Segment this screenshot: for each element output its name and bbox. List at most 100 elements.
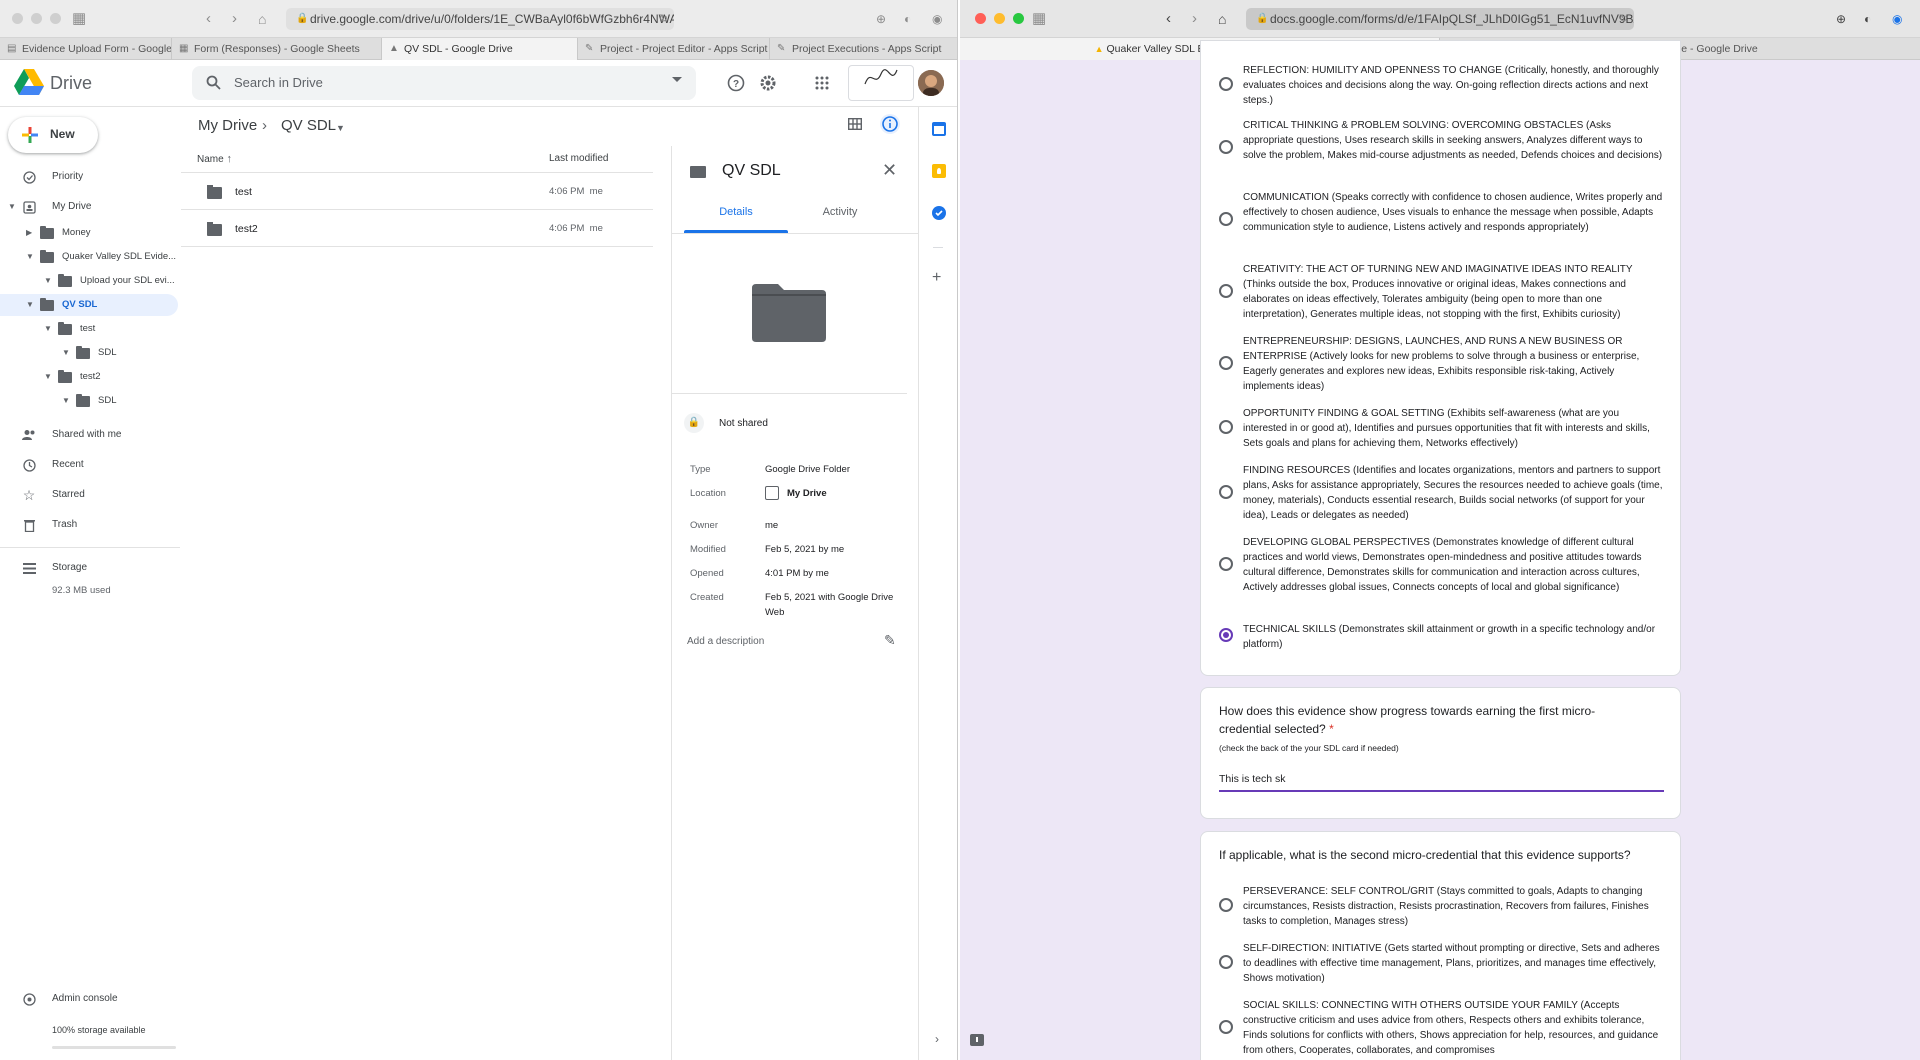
download-icon[interactable]: ⊕ xyxy=(876,9,886,29)
account-signature-logo[interactable] xyxy=(848,65,914,101)
sidebar-item-priority[interactable]: Priority xyxy=(0,166,180,188)
gear-icon[interactable] xyxy=(758,73,778,93)
reload-icon[interactable]: ↻ xyxy=(1619,8,1628,30)
folder-icon xyxy=(40,298,54,311)
tree-item-test2[interactable]: ▼ test2 xyxy=(0,366,180,388)
reload-icon[interactable]: ↻ xyxy=(659,8,668,30)
tab-qv-sdl-drive[interactable]: ▲ QV SDL - Google Drive xyxy=(382,38,578,60)
home-icon[interactable]: ⌂ xyxy=(1218,9,1226,29)
home-icon[interactable]: ⌂ xyxy=(258,9,266,29)
tree-item-quaker-valley[interactable]: ▼ Quaker Valley SDL Evide... xyxy=(0,246,180,268)
tree-item-money[interactable]: ▶ Money xyxy=(0,222,180,244)
collapse-caret-icon[interactable]: ▼ xyxy=(44,270,52,292)
folder-menu-caret-icon[interactable]: ▼ xyxy=(336,118,345,138)
column-name-header[interactable]: Name ↑ xyxy=(197,145,232,174)
forward-icon[interactable]: › xyxy=(232,9,237,29)
detail-location-value[interactable]: My Drive xyxy=(787,486,827,501)
zoom-window-button[interactable] xyxy=(1013,13,1024,24)
radio-button[interactable] xyxy=(1219,212,1233,226)
add-addon-icon[interactable]: + xyxy=(932,269,941,287)
description-input[interactable]: Add a description xyxy=(687,636,764,647)
tab-activity[interactable]: Activity xyxy=(788,206,892,218)
sidebar-toggle-icon[interactable]: ▦ xyxy=(72,9,86,29)
tab-details[interactable]: Details xyxy=(684,206,788,218)
collapse-caret-icon[interactable]: ▼ xyxy=(44,366,52,388)
avatar[interactable] xyxy=(918,70,944,96)
radio-button[interactable] xyxy=(1219,557,1233,571)
calendar-icon[interactable] xyxy=(932,122,946,136)
radio-button[interactable] xyxy=(1219,284,1233,298)
radio-button[interactable] xyxy=(1219,485,1233,499)
sidebar-toggle-icon[interactable]: ▦ xyxy=(1032,9,1046,29)
forward-icon[interactable]: › xyxy=(1192,9,1197,29)
shield-icon[interactable]: ◐ xyxy=(1864,9,1871,29)
form-address-bar[interactable]: 🔒 docs.google.com/forms/d/e/1FAIpQLSf_JL… xyxy=(1246,8,1634,30)
sidebar-item-admin-console[interactable]: Admin console xyxy=(0,988,180,1010)
back-icon[interactable]: ‹ xyxy=(206,9,211,29)
minimize-window-button[interactable] xyxy=(31,13,42,24)
tree-item-qv-sdl[interactable]: ▼ QV SDL xyxy=(0,294,178,316)
drive-logo-icon[interactable] xyxy=(14,69,44,95)
tasks-icon[interactable] xyxy=(932,206,946,220)
tree-item-sdl-2[interactable]: ▼ SDL xyxy=(0,390,180,412)
table-row[interactable]: test2 4:06 PM me xyxy=(181,211,653,247)
new-button[interactable]: New xyxy=(8,117,98,153)
close-window-button[interactable] xyxy=(12,13,23,24)
tab-project-executions[interactable]: ✎ Project Executions - Apps Script xyxy=(770,38,957,60)
help-icon[interactable]: ? xyxy=(726,73,746,93)
chevron-right-icon[interactable]: › xyxy=(935,1032,939,1046)
file-modified-time: 4:06 PM xyxy=(549,223,585,234)
collapse-caret-icon[interactable]: ▼ xyxy=(44,318,52,340)
pencil-icon[interactable]: ✎ xyxy=(884,632,896,649)
sidebar-item-my-drive[interactable]: ▼ My Drive xyxy=(0,196,180,218)
radio-button[interactable] xyxy=(1219,955,1233,969)
tree-item-sdl[interactable]: ▼ SDL xyxy=(0,342,180,364)
tree-item-test[interactable]: ▼ test xyxy=(0,318,180,340)
shield-icon[interactable]: ◐ xyxy=(904,9,911,29)
close-icon[interactable]: ✕ xyxy=(882,160,897,181)
extension-icon[interactable]: ◉ xyxy=(1892,9,1902,29)
tree-item-upload-sdl[interactable]: ▼ Upload your SDL evi... xyxy=(0,270,180,292)
info-toggle-button[interactable] xyxy=(880,114,900,134)
short-answer-input[interactable]: This is tech sk xyxy=(1219,768,1664,792)
radio-button[interactable] xyxy=(1219,77,1233,91)
radio-button[interactable] xyxy=(1219,898,1233,912)
keep-icon[interactable] xyxy=(932,164,946,178)
search-input[interactable]: Search in Drive xyxy=(192,66,696,100)
radio-button[interactable] xyxy=(1219,420,1233,434)
radio-button-selected[interactable] xyxy=(1219,628,1233,642)
sidebar-item-storage[interactable]: Storage xyxy=(0,557,180,579)
collapse-caret-icon[interactable]: ▼ xyxy=(26,294,34,316)
column-modified-header[interactable]: Last modified xyxy=(549,145,608,173)
tab-project-editor[interactable]: ✎ Project - Project Editor - Apps Script xyxy=(578,38,770,60)
collapse-caret-icon[interactable]: ▼ xyxy=(26,246,34,268)
radio-button[interactable] xyxy=(1219,356,1233,370)
close-window-button[interactable] xyxy=(975,13,986,24)
expand-caret-icon[interactable]: ▶ xyxy=(26,222,32,244)
table-row[interactable]: test 4:06 PM me xyxy=(181,174,653,210)
grid-view-icon[interactable] xyxy=(847,117,863,135)
collapse-caret-icon[interactable]: ▼ xyxy=(62,390,70,412)
sidebar-item-recent[interactable]: Recent xyxy=(0,454,180,476)
zoom-window-button[interactable] xyxy=(50,13,61,24)
sort-arrow-up-icon[interactable]: ↑ xyxy=(226,153,232,165)
minimize-window-button[interactable] xyxy=(994,13,1005,24)
tab-evidence-upload-form[interactable]: ▤ Evidence Upload Form - Google F... xyxy=(0,38,172,60)
back-icon[interactable]: ‹ xyxy=(1166,9,1171,29)
radio-button[interactable] xyxy=(1219,140,1233,154)
breadcrumb-current-folder[interactable]: QV SDL xyxy=(281,116,336,136)
search-options-icon[interactable] xyxy=(672,77,682,82)
collapse-caret-icon[interactable]: ▼ xyxy=(62,342,70,364)
expand-caret-icon[interactable]: ▼ xyxy=(8,196,16,218)
breadcrumb-my-drive[interactable]: My Drive xyxy=(198,116,257,136)
apps-grid-icon[interactable] xyxy=(812,73,832,93)
radio-button[interactable] xyxy=(1219,1020,1233,1034)
drive-address-bar[interactable]: 🔒 drive.google.com/drive/u/0/folders/1E_… xyxy=(286,8,674,30)
download-icon[interactable]: ⊕ xyxy=(1836,9,1846,29)
feedback-icon[interactable] xyxy=(970,1034,984,1046)
sidebar-item-starred[interactable]: ☆ Starred xyxy=(0,484,180,506)
sidebar-item-trash[interactable]: Trash xyxy=(0,514,180,536)
sidebar-item-shared[interactable]: Shared with me xyxy=(0,424,180,446)
tab-form-responses[interactable]: ▦ Form (Responses) - Google Sheets xyxy=(172,38,382,60)
extension-icon[interactable]: ◉ xyxy=(932,9,942,29)
